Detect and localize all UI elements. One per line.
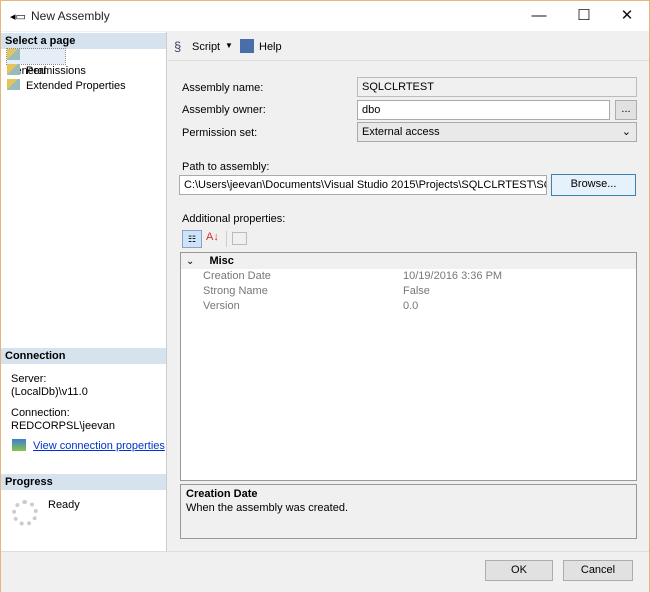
server-label: Server: bbox=[11, 373, 47, 385]
assembly-icon: ◂▭ bbox=[10, 11, 26, 23]
category-misc[interactable]: ⌄ Misc bbox=[181, 253, 636, 269]
page-extended-properties[interactable]: Extended Properties bbox=[7, 79, 126, 94]
permission-set-select[interactable]: External access ⌄ bbox=[357, 122, 637, 142]
property-name: Creation Date bbox=[203, 270, 271, 282]
progress-spinner-icon bbox=[12, 500, 38, 526]
select-page-header: Select a page bbox=[1, 33, 166, 49]
property-name: Version bbox=[203, 300, 240, 312]
property-value: False bbox=[403, 285, 430, 297]
server-value: (LocalDb)\v11.0 bbox=[11, 386, 88, 398]
title-bar: ◂▭ New Assembly — ☐ ✕ bbox=[1, 1, 649, 31]
categorized-view-icon[interactable]: ☷ bbox=[182, 230, 202, 248]
maximize-button[interactable]: ☐ bbox=[564, 5, 604, 27]
description-text: When the assembly was created. bbox=[186, 502, 349, 514]
assembly-owner-label: Assembly owner: bbox=[182, 104, 266, 116]
assembly-owner-field[interactable]: dbo bbox=[357, 100, 610, 120]
assembly-name-field[interactable]: SQLCLRTEST bbox=[357, 77, 637, 97]
script-dropdown-icon[interactable]: ▼ bbox=[225, 41, 233, 50]
page-general[interactable]: General bbox=[6, 48, 66, 77]
description-panel: Creation Date When the assembly was crea… bbox=[180, 484, 637, 539]
page-icon bbox=[7, 64, 20, 75]
owner-browse-button[interactable]: ... bbox=[615, 100, 637, 120]
script-icon: § bbox=[174, 39, 182, 54]
property-value: 0.0 bbox=[403, 300, 419, 312]
assembly-name-label: Assembly name: bbox=[182, 82, 264, 94]
property-grid: ⌄ Misc Creation Date 10/19/2016 3:36 PM S… bbox=[180, 252, 637, 481]
path-field[interactable]: C:\Users\jeevan\Documents\Visual Studio … bbox=[179, 175, 547, 195]
category-label: Misc bbox=[209, 255, 234, 267]
minimize-button[interactable]: — bbox=[519, 5, 559, 27]
ok-button[interactable]: OK bbox=[485, 560, 553, 581]
connection-label: Connection: bbox=[11, 407, 70, 419]
progress-header: Progress bbox=[1, 474, 166, 490]
browse-button[interactable]: Browse... bbox=[551, 174, 636, 196]
chevron-down-icon: ⌄ bbox=[621, 126, 631, 138]
permission-set-value: External access bbox=[362, 126, 440, 138]
property-row[interactable]: Strong Name False bbox=[181, 284, 636, 299]
permission-set-label: Permission set: bbox=[182, 127, 258, 139]
description-title: Creation Date bbox=[186, 488, 258, 500]
property-name: Strong Name bbox=[203, 285, 268, 297]
property-row[interactable]: Version 0.0 bbox=[181, 299, 636, 314]
left-pane: Select a page General Permissions Extend… bbox=[1, 32, 167, 551]
property-pages-icon[interactable] bbox=[232, 232, 247, 245]
page-label: Permissions bbox=[26, 65, 86, 77]
progress-status: Ready bbox=[48, 499, 80, 511]
toolbar-separator bbox=[226, 231, 227, 247]
button-bar: OK Cancel bbox=[1, 551, 649, 592]
connection-value: REDCORPSL\jeevan bbox=[11, 420, 115, 432]
view-connection-properties-link[interactable]: View connection properties bbox=[33, 440, 165, 452]
page-label: Extended Properties bbox=[26, 80, 126, 92]
page-icon bbox=[7, 49, 20, 60]
dialog-window: ◂▭ New Assembly — ☐ ✕ Select a page Gene… bbox=[0, 0, 650, 592]
window-title: New Assembly bbox=[31, 9, 110, 23]
help-icon bbox=[240, 39, 254, 53]
connection-properties-icon bbox=[12, 439, 26, 451]
property-row[interactable]: Creation Date 10/19/2016 3:36 PM bbox=[181, 269, 636, 284]
script-button[interactable]: Script bbox=[192, 41, 220, 53]
property-value: 10/19/2016 3:36 PM bbox=[403, 270, 503, 282]
help-button[interactable]: Help bbox=[259, 41, 282, 53]
alphabetical-sort-icon[interactable]: A↓ bbox=[206, 231, 219, 243]
page-permissions[interactable]: Permissions bbox=[7, 64, 86, 79]
path-label: Path to assembly: bbox=[182, 161, 270, 173]
cancel-button[interactable]: Cancel bbox=[563, 560, 633, 581]
toolbar: § Script ▼ Help bbox=[168, 32, 649, 61]
page-icon bbox=[7, 79, 20, 90]
connection-header: Connection bbox=[1, 348, 166, 364]
additional-properties-label: Additional properties: bbox=[182, 213, 286, 225]
close-button[interactable]: ✕ bbox=[607, 5, 647, 27]
collapse-chevron-icon[interactable]: ⌄ bbox=[186, 256, 194, 267]
